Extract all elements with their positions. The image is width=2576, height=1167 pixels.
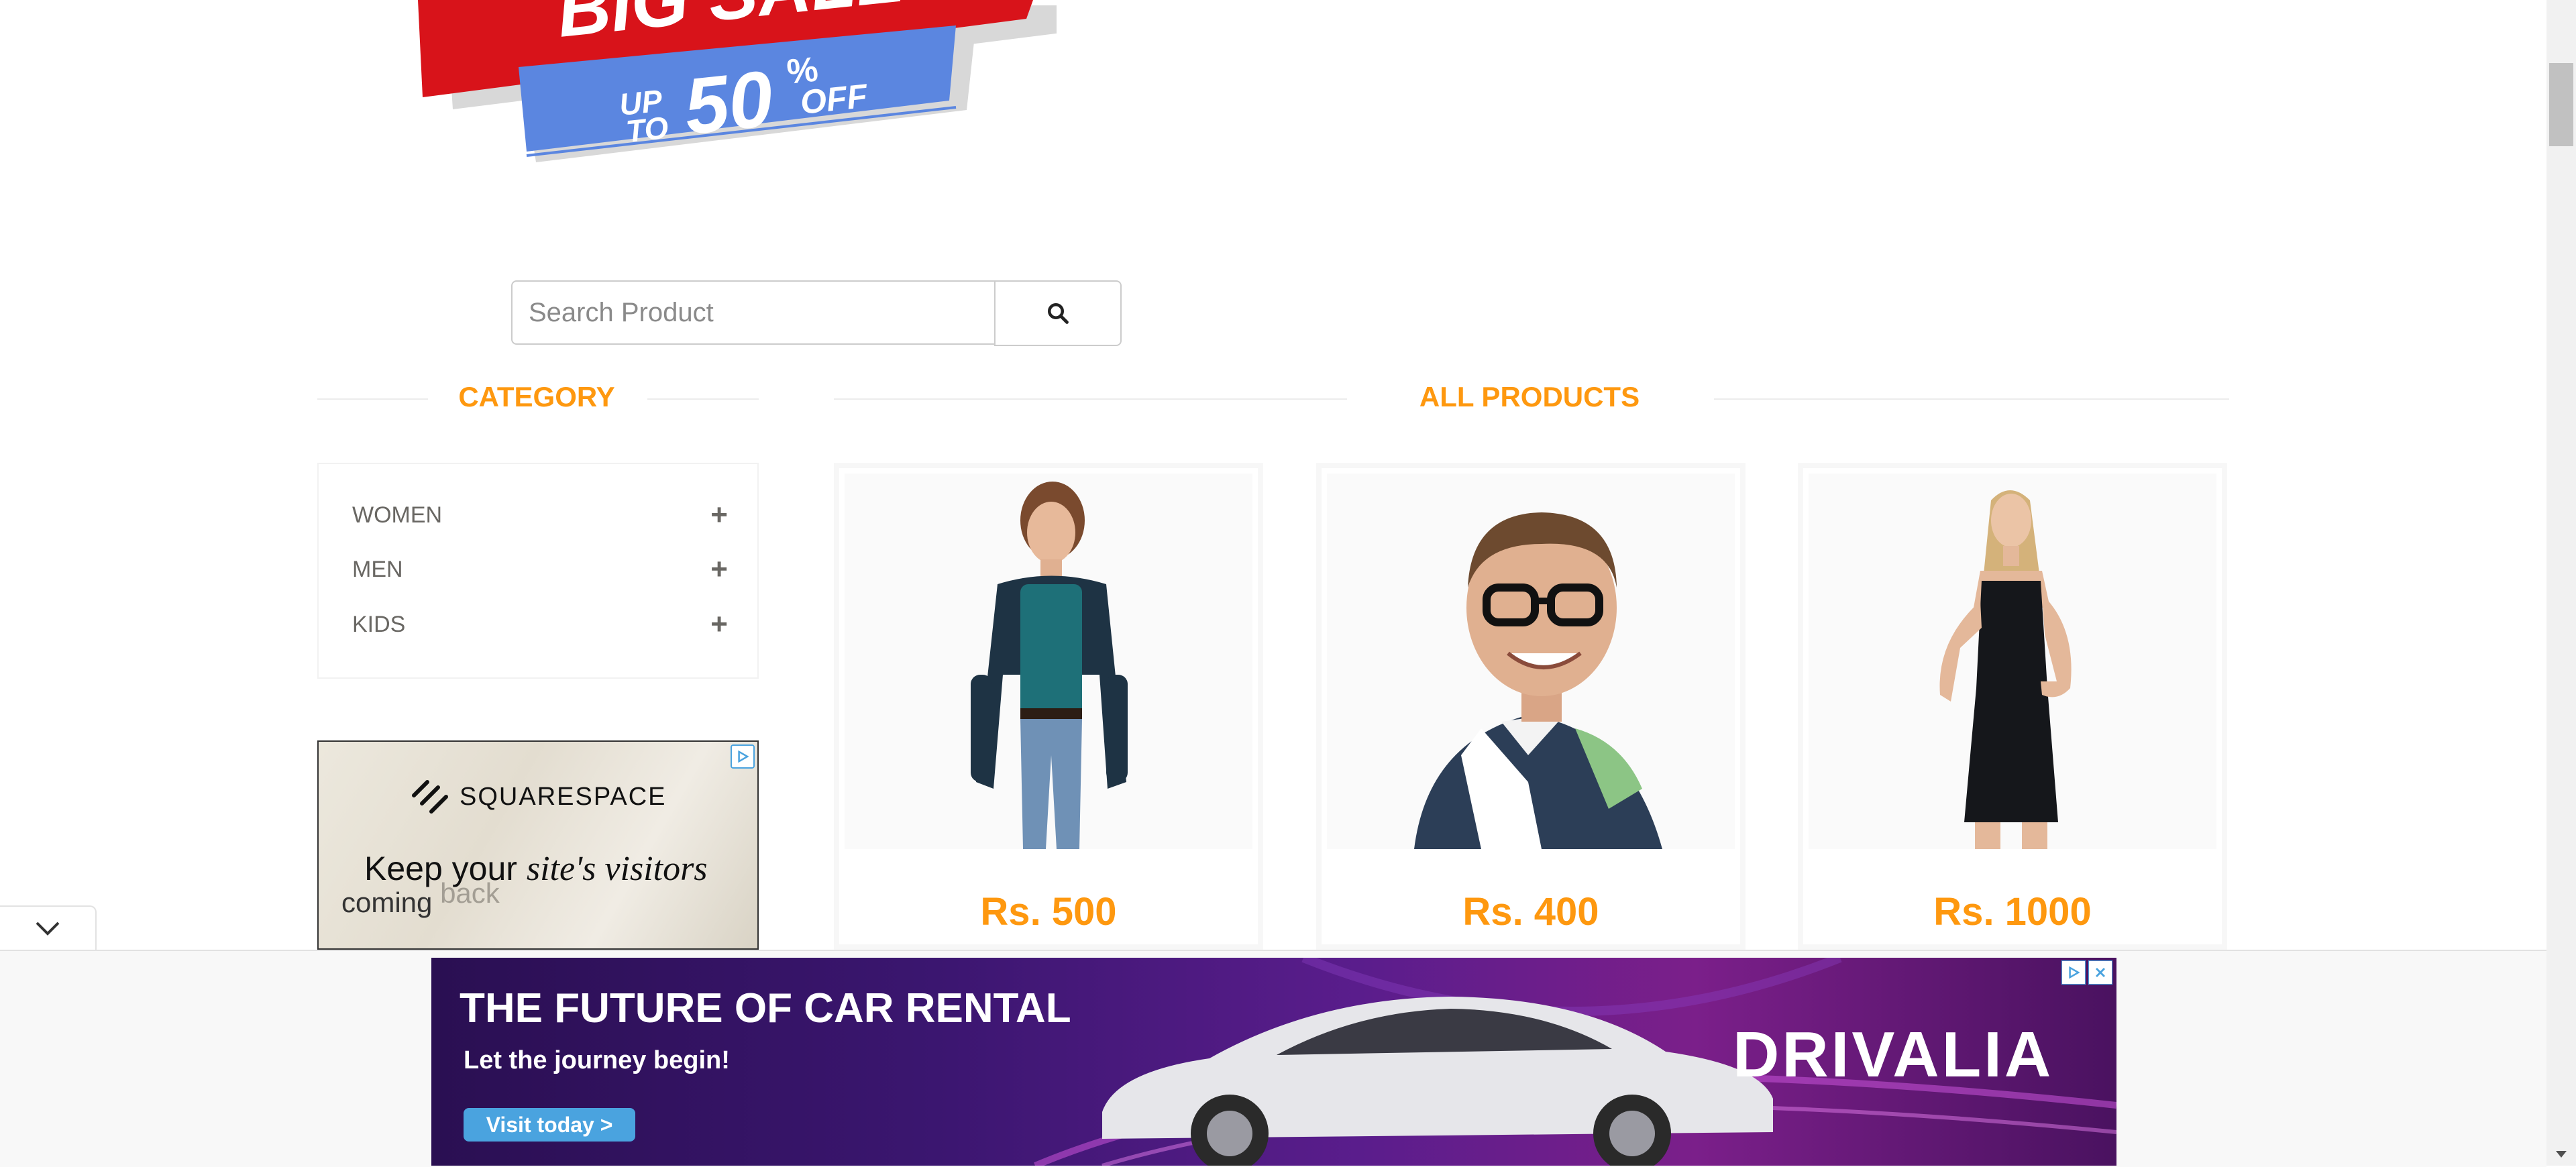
ad-subline: Let the journey begin! <box>464 1046 730 1074</box>
category-panel: WOMEN + MEN + KIDS + <box>317 463 759 679</box>
products-heading: ALL PRODUCTS <box>1419 381 1640 412</box>
ad-choices-icon[interactable] <box>2061 960 2086 985</box>
collapse-ad-button[interactable] <box>0 905 97 950</box>
car-image <box>1102 997 1773 1166</box>
ad-headline-italic: site's visitors <box>526 850 708 888</box>
squarespace-logo: SQUARESPACE <box>407 775 676 818</box>
ad-line2: coming back <box>341 877 500 918</box>
category-item-kids[interactable]: KIDS + <box>352 604 728 645</box>
product-price: Rs. 400 <box>1462 890 1599 934</box>
plus-icon[interactable]: + <box>710 610 728 639</box>
chevron-down-icon <box>36 922 60 936</box>
drivalia-ad[interactable]: THE FUTURE OF CAR RENTAL Let the journey… <box>431 958 2116 1166</box>
products-heading-line-left <box>834 398 1347 400</box>
ad-headline: THE FUTURE OF CAR RENTAL <box>460 985 1071 1032</box>
product-image-woman-dress[interactable] <box>1809 474 2216 849</box>
ad-headline: Keep your site's visitors <box>364 849 708 889</box>
plus-icon[interactable]: + <box>710 500 728 530</box>
squarespace-icon <box>412 780 448 814</box>
squarespace-brand: SQUARESPACE <box>460 782 667 811</box>
svg-text:50: 50 <box>680 54 777 152</box>
scrollbar-track[interactable] <box>2546 0 2576 1166</box>
product-image-man[interactable] <box>1327 474 1735 849</box>
products-heading-line-right <box>1714 398 2229 400</box>
search-input[interactable] <box>511 280 994 345</box>
category-label: KIDS <box>352 611 406 637</box>
svg-text:TO: TO <box>625 110 670 149</box>
category-heading-line-right <box>647 398 759 400</box>
big-sale-logo[interactable]: BIG SALE UP TO 50 % OFF <box>413 0 1070 174</box>
product-price: Rs. 500 <box>980 890 1117 934</box>
search-icon <box>1048 303 1069 324</box>
category-label: MEN <box>352 556 403 582</box>
ad-choices-icon[interactable] <box>731 744 755 769</box>
close-ad-icon[interactable] <box>2088 960 2112 985</box>
squarespace-ad[interactable]: SQUARESPACE Keep your site's visitors co… <box>317 740 759 950</box>
category-label: WOMEN <box>352 502 443 528</box>
product-price: Rs. 1000 <box>1933 890 2092 934</box>
product-image-woman[interactable] <box>845 474 1252 849</box>
category-item-men[interactable]: MEN + <box>352 549 728 590</box>
scroll-down-arrow-icon[interactable] <box>2553 1148 2569 1162</box>
product-card[interactable]: Rs. 1000 <box>1798 463 2227 950</box>
product-card[interactable]: Rs. 500 <box>834 463 1263 950</box>
svg-text:OFF: OFF <box>798 77 870 121</box>
plus-icon[interactable]: + <box>710 555 728 584</box>
category-heading-line-left <box>317 398 428 400</box>
drivalia-brand: DRIVALIA <box>1733 1019 2054 1091</box>
scrollbar-thumb[interactable] <box>2549 63 2573 146</box>
visit-today-button[interactable]: Visit today > <box>464 1108 635 1142</box>
product-card[interactable]: Rs. 400 <box>1316 463 1746 950</box>
search-button[interactable] <box>994 280 1122 346</box>
category-heading: CATEGORY <box>458 381 615 412</box>
category-item-women[interactable]: WOMEN + <box>352 495 728 535</box>
